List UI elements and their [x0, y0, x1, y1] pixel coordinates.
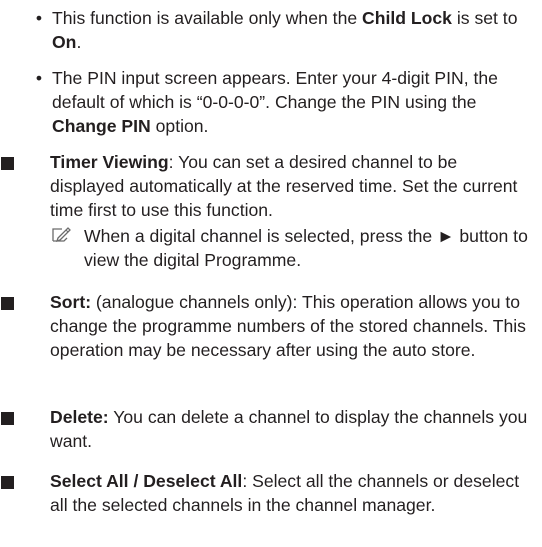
on-term: On [52, 32, 77, 52]
sub-bullet-pin: • The PIN input screen appears. Enter yo… [34, 66, 524, 138]
sub-bullet-text: This function is available only when the… [52, 8, 518, 52]
item-title: Timer Viewing [50, 152, 169, 172]
bullet-dot: • [35, 68, 43, 88]
item-text: Select All / Deselect All: Select all th… [50, 471, 520, 515]
item-sort: Sort: (analogue channels only): This ope… [0, 290, 542, 362]
square-bullet [1, 297, 14, 310]
note-digital-channel: When a digital channel is selected, pres… [50, 224, 530, 272]
item-timer-viewing: Timer Viewing: You can set a desired cha… [0, 150, 542, 222]
item-title: Select All / Deselect All [50, 471, 243, 491]
sub-bullet-text: The PIN input screen appears. Enter your… [52, 68, 498, 136]
change-pin-term: Change PIN [52, 116, 151, 136]
item-title: Sort: [50, 292, 92, 312]
item-text: Sort: (analogue channels only): This ope… [50, 292, 526, 360]
square-bullet [1, 476, 14, 489]
square-bullet [1, 412, 14, 425]
play-arrow-icon: ► [437, 226, 455, 246]
item-select-all: Select All / Deselect All: Select all th… [0, 469, 542, 517]
item-title: Delete: [50, 407, 109, 427]
sub-bullet-child-lock: • This function is available only when t… [34, 6, 524, 54]
note-pencil-icon [52, 227, 71, 243]
item-delete: Delete: You can delete a channel to disp… [0, 405, 542, 453]
manual-page: • This function is available only when t… [0, 0, 542, 547]
note-text: When a digital channel is selected, pres… [84, 226, 528, 270]
item-text: Timer Viewing: You can set a desired cha… [50, 152, 518, 220]
bullet-dot: • [35, 8, 43, 28]
item-text: Delete: You can delete a channel to disp… [50, 407, 528, 451]
square-bullet [1, 157, 14, 170]
child-lock-term: Child Lock [362, 8, 452, 28]
